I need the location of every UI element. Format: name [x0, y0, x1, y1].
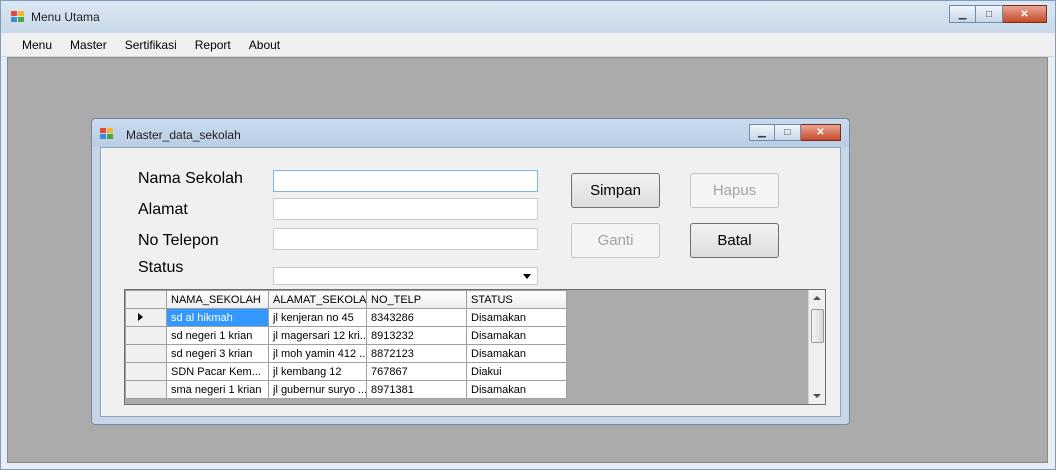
table-cell[interactable]: 8343286 [366, 308, 467, 327]
child-close-button[interactable]: ✕ [801, 124, 841, 141]
main-titlebar[interactable]: Menu Utama ▁ □ ✕ [1, 1, 1055, 33]
table-cell[interactable]: Disamakan [466, 308, 567, 327]
menu-item-master[interactable]: Master [61, 33, 116, 57]
close-icon: ✕ [1020, 8, 1029, 20]
child-window: Master_data_sekolah ▁ □ ✕ Nama Sekolah A… [91, 118, 850, 425]
alamat-input[interactable] [273, 198, 538, 220]
table-cell[interactable]: Disamakan [466, 344, 567, 363]
alamat-label: Alamat [138, 201, 188, 218]
row-header[interactable] [125, 362, 167, 381]
status-label: Status [138, 259, 184, 276]
scroll-down-icon[interactable] [813, 394, 821, 398]
grid-corner-header [125, 290, 167, 309]
no-telepon-input[interactable] [273, 228, 538, 250]
table-row[interactable]: sd negeri 1 krian jl magersari 12 kri...… [125, 326, 567, 345]
scroll-up-icon[interactable] [813, 296, 821, 300]
menu-item-report[interactable]: Report [186, 33, 240, 57]
table-cell[interactable]: jl gubernur suryo ... [268, 380, 367, 399]
table-cell[interactable]: jl kenjeran no 45 [268, 308, 367, 327]
maximize-icon: □ [784, 127, 791, 138]
table-cell[interactable]: Disamakan [466, 380, 567, 399]
column-header[interactable]: STATUS [466, 290, 567, 309]
row-header[interactable] [125, 380, 167, 399]
status-select[interactable] [273, 267, 538, 285]
child-app-icon [100, 128, 114, 140]
ganti-button[interactable]: Ganti [571, 223, 660, 258]
table-cell[interactable]: 8872123 [366, 344, 467, 363]
window-controls: ▁ □ ✕ [949, 5, 1047, 23]
batal-button[interactable]: Batal [690, 223, 779, 258]
current-row-icon [138, 312, 143, 321]
child-titlebar[interactable]: Master_data_sekolah ▁ □ ✕ [92, 119, 849, 147]
close-button[interactable]: ✕ [1003, 5, 1047, 23]
child-window-title: Master_data_sekolah [126, 128, 241, 142]
table-cell[interactable]: jl kembang 12 [268, 362, 367, 381]
table-cell[interactable]: 8913232 [366, 326, 467, 345]
table-cell[interactable]: sd negeri 1 krian [166, 326, 269, 345]
table-cell[interactable]: 8971381 [366, 380, 467, 399]
menubar: Menu Master Sertifikasi Report About [1, 33, 1055, 57]
window-title: Menu Utama [31, 10, 100, 24]
simpan-button[interactable]: Simpan [571, 173, 660, 208]
row-header[interactable] [125, 308, 167, 327]
menu-item-about[interactable]: About [240, 33, 289, 57]
table-cell[interactable]: jl moh yamin 412 ... [268, 344, 367, 363]
table-row[interactable]: SDN Pacar Kem... jl kembang 12 767867 Di… [125, 362, 567, 381]
menu-item-menu[interactable]: Menu [13, 33, 61, 57]
table-cell[interactable]: 767867 [366, 362, 467, 381]
table-cell[interactable]: sd negeri 3 krian [166, 344, 269, 363]
child-maximize-button[interactable]: □ [775, 124, 801, 141]
table-cell[interactable]: Diakui [466, 362, 567, 381]
table-cell[interactable]: Disamakan [466, 326, 567, 345]
maximize-icon: □ [985, 8, 993, 20]
row-header[interactable] [125, 326, 167, 345]
grid-table: NAMA_SEKOLAH ALAMAT_SEKOLA NO_TELP STATU… [125, 290, 567, 399]
close-icon: ✕ [816, 127, 825, 138]
nama-sekolah-label: Nama Sekolah [138, 170, 243, 187]
chevron-down-icon [523, 274, 531, 279]
table-cell[interactable]: SDN Pacar Kem... [166, 362, 269, 381]
app-icon [11, 11, 25, 23]
scroll-thumb[interactable] [811, 309, 824, 343]
minimize-button[interactable]: ▁ [949, 5, 976, 23]
table-cell[interactable]: sd al hikmah [166, 308, 269, 327]
nama-sekolah-input[interactable] [273, 170, 538, 192]
column-header[interactable]: NO_TELP [366, 290, 467, 309]
child-minimize-button[interactable]: ▁ [749, 124, 775, 141]
hapus-button[interactable]: Hapus [690, 173, 779, 208]
column-header[interactable]: NAMA_SEKOLAH [166, 290, 269, 309]
no-telepon-label: No Telepon [138, 232, 219, 249]
form-client-area: Nama Sekolah Alamat No Telepon Status Si… [100, 147, 841, 417]
table-row[interactable]: sd negeri 3 krian jl moh yamin 412 ... 8… [125, 344, 567, 363]
grid-header-row: NAMA_SEKOLAH ALAMAT_SEKOLA NO_TELP STATU… [125, 290, 567, 309]
column-header[interactable]: ALAMAT_SEKOLA [268, 290, 367, 309]
row-header[interactable] [125, 344, 167, 363]
grid-vertical-scrollbar[interactable] [808, 290, 825, 404]
child-window-controls: ▁ □ ✕ [749, 124, 841, 142]
minimize-icon: ▁ [958, 8, 967, 20]
menu-item-sertifikasi[interactable]: Sertifikasi [116, 33, 186, 57]
table-row[interactable]: sma negeri 1 krian jl gubernur suryo ...… [125, 380, 567, 399]
table-row[interactable]: sd al hikmah jl kenjeran no 45 8343286 D… [125, 308, 567, 327]
table-cell[interactable]: jl magersari 12 kri... [268, 326, 367, 345]
minimize-icon: ▁ [758, 127, 766, 138]
table-cell[interactable]: sma negeri 1 krian [166, 380, 269, 399]
data-grid[interactable]: NAMA_SEKOLAH ALAMAT_SEKOLA NO_TELP STATU… [124, 289, 826, 405]
maximize-button[interactable]: □ [976, 5, 1003, 23]
